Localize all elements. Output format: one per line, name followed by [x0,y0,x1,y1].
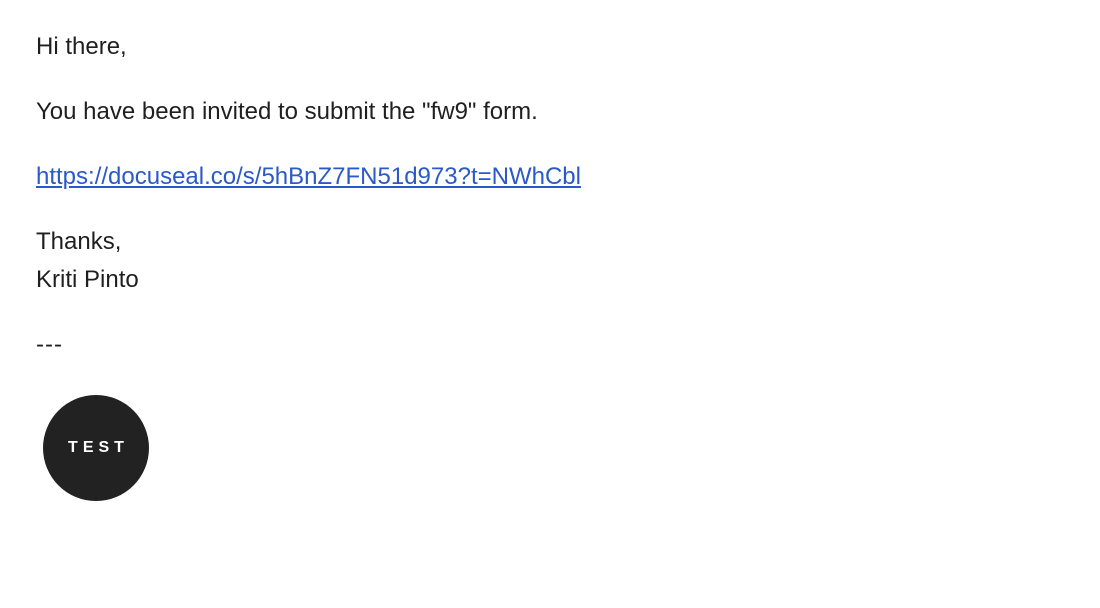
greeting-text: Hi there, [36,33,127,60]
signature-divider: --- [36,331,63,358]
closing-text: Thanks, [36,228,122,255]
sender-name: Kriti Pinto [36,266,139,293]
invitation-text: You have been invited to submit the "fw9… [36,98,538,125]
link-paragraph: https://docuseal.co/s/5hBnZ7FN51d973?t=N… [36,158,1056,196]
logo-text: TEST [68,439,129,456]
signature-block: Thanks, Kriti Pinto [36,223,1056,299]
company-logo: TEST [43,395,149,501]
submission-link[interactable]: https://docuseal.co/s/5hBnZ7FN51d973?t=N… [36,163,581,190]
email-body: Hi there, You have been invited to submi… [36,28,1056,364]
